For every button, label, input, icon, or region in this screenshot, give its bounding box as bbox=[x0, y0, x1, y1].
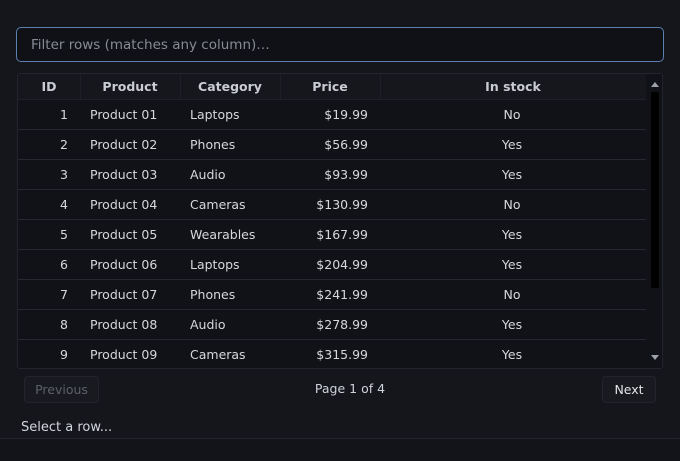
data-table: ID Product Category Price In stock 1 Pro… bbox=[17, 73, 663, 369]
cell-product: Product 09 bbox=[90, 347, 158, 362]
scroll-up-icon[interactable] bbox=[651, 82, 659, 87]
cell-product: Product 02 bbox=[90, 137, 158, 152]
scroll-down-icon[interactable] bbox=[651, 355, 659, 360]
cell-in-stock: Yes bbox=[501, 317, 523, 332]
cell-category: Phones bbox=[190, 137, 236, 152]
cell-id: 8 bbox=[60, 317, 68, 332]
cell-id: 3 bbox=[60, 167, 68, 182]
cell-product: Product 04 bbox=[90, 197, 158, 212]
cell-in-stock: Yes bbox=[501, 347, 523, 362]
cell-product: Product 08 bbox=[90, 317, 158, 332]
column-header-category[interactable]: Category bbox=[180, 74, 280, 99]
cell-product: Product 07 bbox=[90, 287, 158, 302]
table-scrollbar[interactable] bbox=[647, 74, 662, 368]
cell-price: $278.99 bbox=[316, 317, 368, 332]
cell-category: Wearables bbox=[190, 227, 256, 242]
cell-in-stock: Yes bbox=[501, 137, 523, 152]
table-row[interactable]: 8 Product 08 Audio $278.99 Yes bbox=[18, 309, 646, 339]
cell-category: Laptops bbox=[190, 257, 240, 272]
table-row[interactable]: 1 Product 01 Laptops $19.99 No bbox=[18, 99, 646, 129]
table-row[interactable]: 7 Product 07 Phones $241.99 No bbox=[18, 279, 646, 309]
scrollbar-thumb[interactable] bbox=[651, 92, 659, 288]
selection-status: Select a row... bbox=[21, 420, 113, 435]
cell-price: $19.99 bbox=[324, 107, 368, 122]
filter-field[interactable] bbox=[16, 27, 664, 62]
table-body: 1 Product 01 Laptops $19.99 No 2 Product… bbox=[18, 99, 646, 368]
cell-category: Audio bbox=[190, 317, 226, 332]
table-row[interactable]: 3 Product 03 Audio $93.99 Yes bbox=[18, 159, 646, 189]
previous-button[interactable]: Previous bbox=[24, 376, 99, 403]
next-button[interactable]: Next bbox=[602, 376, 656, 403]
cell-category: Laptops bbox=[190, 107, 240, 122]
cell-product: Product 06 bbox=[90, 257, 158, 272]
column-header-price[interactable]: Price bbox=[280, 74, 380, 99]
cell-price: $241.99 bbox=[316, 287, 368, 302]
cell-in-stock: No bbox=[503, 197, 521, 212]
table-row[interactable]: 4 Product 04 Cameras $130.99 No bbox=[18, 189, 646, 219]
table-header: ID Product Category Price In stock bbox=[18, 74, 646, 99]
table-row[interactable]: 9 Product 09 Cameras $315.99 Yes bbox=[18, 339, 646, 368]
column-header-id[interactable]: ID bbox=[18, 74, 80, 99]
cell-category: Cameras bbox=[190, 347, 246, 362]
cell-in-stock: Yes bbox=[501, 257, 523, 272]
cell-product: Product 01 bbox=[90, 107, 158, 122]
cell-in-stock: No bbox=[503, 287, 521, 302]
page-indicator: Page 1 of 4 bbox=[314, 381, 386, 396]
cell-in-stock: Yes bbox=[501, 167, 523, 182]
cell-id: 5 bbox=[60, 227, 68, 242]
cell-price: $167.99 bbox=[316, 227, 368, 242]
column-header-product[interactable]: Product bbox=[80, 74, 180, 99]
cell-id: 9 bbox=[60, 347, 68, 362]
cell-in-stock: No bbox=[503, 107, 521, 122]
cell-price: $204.99 bbox=[316, 257, 368, 272]
scrollbar-track[interactable] bbox=[649, 92, 659, 350]
cell-id: 2 bbox=[60, 137, 68, 152]
cell-id: 1 bbox=[60, 107, 68, 122]
cell-category: Cameras bbox=[190, 197, 246, 212]
cell-product: Product 03 bbox=[90, 167, 158, 182]
cell-in-stock: Yes bbox=[501, 227, 523, 242]
cell-price: $130.99 bbox=[316, 197, 368, 212]
cell-price: $315.99 bbox=[316, 347, 368, 362]
cell-price: $56.99 bbox=[324, 137, 368, 152]
cell-id: 4 bbox=[60, 197, 68, 212]
cell-id: 6 bbox=[60, 257, 68, 272]
table-row[interactable]: 5 Product 05 Wearables $167.99 Yes bbox=[18, 219, 646, 249]
cell-category: Audio bbox=[190, 167, 226, 182]
filter-input[interactable] bbox=[29, 35, 663, 54]
status-bar bbox=[0, 438, 680, 461]
column-header-in-stock[interactable]: In stock bbox=[380, 74, 646, 99]
cell-product: Product 05 bbox=[90, 227, 158, 242]
cell-price: $93.99 bbox=[324, 167, 368, 182]
table-row[interactable]: 2 Product 02 Phones $56.99 Yes bbox=[18, 129, 646, 159]
table-row[interactable]: 6 Product 06 Laptops $204.99 Yes bbox=[18, 249, 646, 279]
cell-id: 7 bbox=[60, 287, 68, 302]
cell-category: Phones bbox=[190, 287, 236, 302]
